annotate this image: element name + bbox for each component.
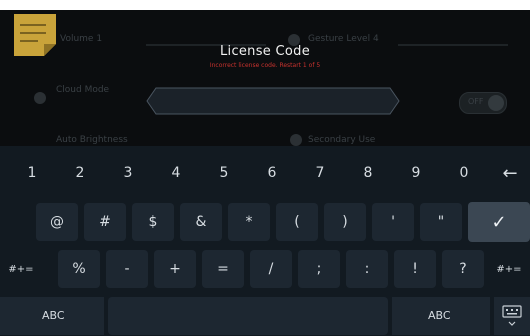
key-asterisk[interactable]: * <box>228 203 270 241</box>
dialog-title: License Code <box>219 44 311 59</box>
key-at[interactable]: @ <box>36 203 78 241</box>
abc-right-label: ABC <box>428 309 451 322</box>
bg-toggle-knob <box>488 95 504 111</box>
key-percent[interactable]: % <box>58 250 100 288</box>
bg-dot-2 <box>34 92 46 104</box>
bg-label-gesture: Gesture Level 4 <box>308 34 379 44</box>
key-slash[interactable]: / <box>250 250 292 288</box>
key-equals[interactable]: = <box>202 250 244 288</box>
abc-left-label: ABC <box>42 309 65 322</box>
bg-dot-3 <box>290 134 302 146</box>
dimmed-settings-background: Volume 1 Gesture Level 4 Cloud Mode Auto… <box>0 10 530 146</box>
key-3[interactable]: 3 <box>109 154 147 192</box>
bg-label-volume: Volume 1 <box>60 34 103 44</box>
key-open-paren[interactable]: ( <box>276 203 318 241</box>
key-semicolon[interactable]: ; <box>298 250 340 288</box>
key-1[interactable]: 1 <box>13 154 51 192</box>
checkmark-icon[interactable]: ✓ <box>468 202 530 242</box>
space-key[interactable] <box>108 297 388 335</box>
bg-toggle-text: OFF <box>468 97 484 106</box>
bg-label-auto: Auto Brightness <box>56 135 128 145</box>
key-minus[interactable]: - <box>106 250 148 288</box>
key-plus[interactable]: + <box>154 250 196 288</box>
key-colon[interactable]: : <box>346 250 388 288</box>
key-exclamation[interactable]: ! <box>394 250 436 288</box>
key-hash[interactable]: # <box>84 203 126 241</box>
abc-right-button[interactable]: ABC <box>392 297 490 335</box>
key-symbols-right[interactable]: #+= <box>488 250 530 288</box>
key-symbols-left[interactable]: #+= <box>0 250 42 288</box>
key-quote[interactable]: " <box>420 203 462 241</box>
key-9[interactable]: 9 <box>397 154 435 192</box>
bg-toggle: OFF <box>459 92 507 114</box>
key-2[interactable]: 2 <box>61 154 99 192</box>
key-8[interactable]: 8 <box>349 154 387 192</box>
top-bar <box>0 0 530 10</box>
key-6[interactable]: 6 <box>253 154 291 192</box>
key-0[interactable]: 0 <box>445 154 483 192</box>
abc-left-button[interactable]: ABC <box>0 297 104 335</box>
keyboard-hide-icon[interactable] <box>494 297 530 335</box>
backspace-icon[interactable]: ← <box>490 154 530 192</box>
dialog-error-message: Incorrect license code. Restart 1 of 5 <box>209 62 321 69</box>
license-code-input[interactable] <box>164 91 386 113</box>
key-5[interactable]: 5 <box>205 154 243 192</box>
bg-label-secondary: Secondary Use <box>308 135 376 145</box>
key-apostrophe[interactable]: ' <box>372 203 414 241</box>
key-dollar[interactable]: $ <box>132 203 174 241</box>
screen: Volume 1 Gesture Level 4 Cloud Mode Auto… <box>0 0 530 336</box>
key-ampersand[interactable]: & <box>180 203 222 241</box>
bg-label-cloud: Cloud Mode <box>56 85 110 95</box>
on-screen-keyboard: 1 2 3 4 5 6 7 8 9 0 ← @ # $ & * ( ) ' " … <box>0 146 530 336</box>
key-7[interactable]: 7 <box>301 154 339 192</box>
key-4[interactable]: 4 <box>157 154 195 192</box>
key-close-paren[interactable]: ) <box>324 203 366 241</box>
key-question[interactable]: ? <box>442 250 484 288</box>
license-code-field[interactable] <box>146 87 400 115</box>
